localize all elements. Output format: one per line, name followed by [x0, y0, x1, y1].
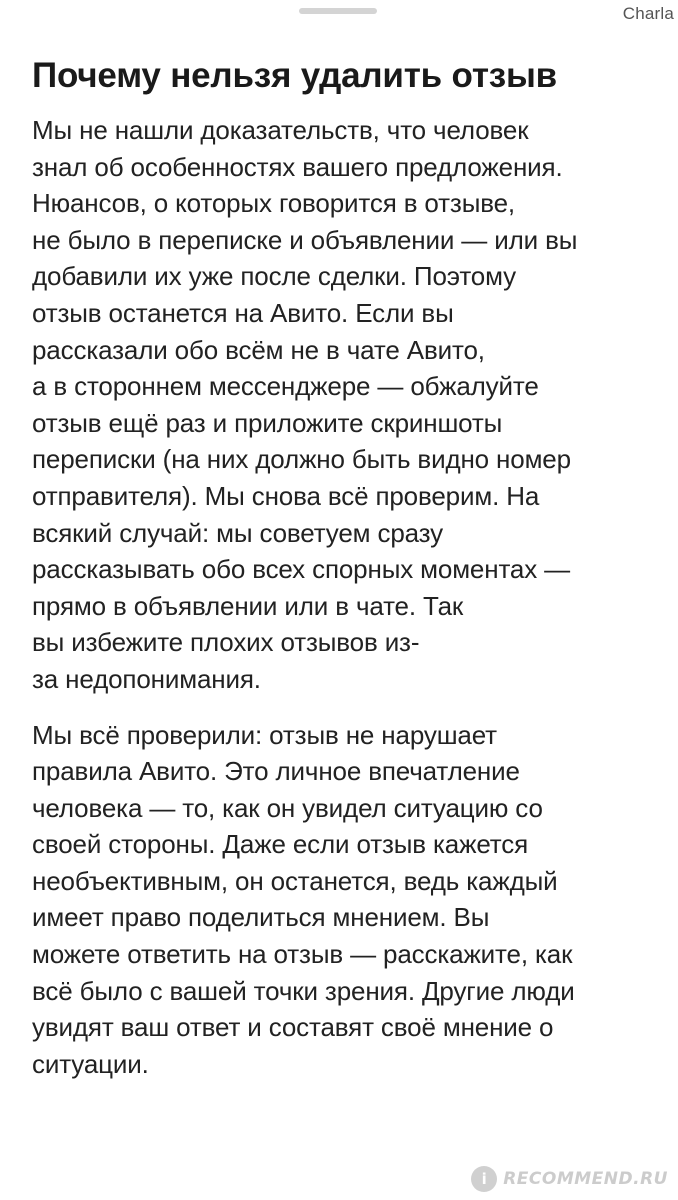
irecommend-logo-icon: i	[471, 1166, 498, 1192]
sheet-drag-handle[interactable]	[299, 8, 377, 14]
paragraph-rules: Мы всё проверили: отзыв не нарушает прав…	[32, 719, 575, 1079]
author-watermark: Charla	[622, 4, 674, 23]
article-content: Почему нельзя удалить отзыв Мы не нашли …	[32, 52, 657, 1082]
bottom-sheet: Charla Почему нельзя удалить отзыв Мы не…	[0, 0, 678, 1200]
site-watermark-text: RECOMMEND.RU	[503, 1169, 668, 1189]
page-title: Почему нельзя удалить отзыв	[32, 56, 557, 95]
paragraph-evidence: Мы не нашли доказательств, что человек з…	[32, 115, 578, 694]
site-watermark: i RECOMMEND.RU	[471, 1166, 668, 1192]
